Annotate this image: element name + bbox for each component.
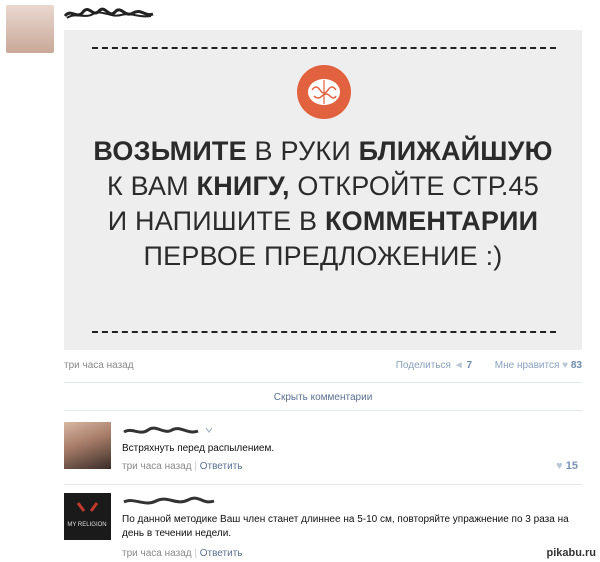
post-author-avatar[interactable] bbox=[6, 5, 54, 53]
divider bbox=[64, 382, 582, 383]
comment-author-avatar[interactable]: MY RELIGION bbox=[64, 493, 111, 540]
watermark: pikabu.ru bbox=[546, 547, 596, 559]
headline-segment: БЛИЖАЙШУЮ bbox=[358, 136, 553, 166]
headline-segment: В РУКИ bbox=[246, 136, 359, 166]
headline-line: ВОЗЬМИТЕ В РУКИ БЛИЖАЙШУЮ bbox=[64, 134, 582, 169]
comment-author-name-redacted[interactable] bbox=[122, 424, 212, 438]
reply-link[interactable]: Ответить bbox=[200, 461, 243, 472]
divider bbox=[64, 410, 582, 411]
comment: MY RELIGION По данной методике Ваш член … bbox=[64, 493, 582, 559]
post-headline: ВОЗЬМИТЕ В РУКИ БЛИЖАЙШУЮ К ВАМ КНИГУ, ОТ… bbox=[64, 134, 582, 274]
share-count: 7 bbox=[466, 360, 472, 371]
headline-line: И НАПИШИТЕ В КОММЕНТАРИИ bbox=[64, 204, 582, 239]
reply-link[interactable]: Ответить bbox=[200, 548, 243, 559]
comment-text: По данной методике Ваш член станет длинн… bbox=[122, 514, 569, 539]
headline-segment: ПЕРВОЕ ПРЕДЛОЖЕНИЕ :) bbox=[143, 241, 503, 271]
headline-segment: ОТКРОЙТЕ СТР.45 bbox=[289, 171, 539, 201]
like-button[interactable]: Мне нравится ♥ 83 bbox=[495, 360, 582, 371]
comment-like-count: 15 bbox=[565, 460, 578, 472]
dashed-divider-top bbox=[92, 47, 556, 49]
headline-segment: К ВАМ bbox=[107, 171, 197, 201]
headline-segment: И НАПИШИТЕ В bbox=[107, 206, 325, 236]
headline-segment: КНИГУ, bbox=[196, 171, 290, 201]
comment-meta: три часа назад | Ответить bbox=[122, 461, 243, 472]
comment-like-button[interactable]: ♥ 15 bbox=[556, 460, 578, 472]
heart-icon: ♥ bbox=[556, 460, 563, 472]
brain-logo-icon bbox=[297, 65, 351, 119]
comment-text: Встряхнуть перед распылением. bbox=[122, 443, 275, 454]
heart-icon: ♥ bbox=[562, 360, 569, 371]
headline-line: ПЕРВОЕ ПРЕДЛОЖЕНИЕ :) bbox=[64, 239, 582, 274]
avatar-text: MY RELIGION bbox=[67, 522, 106, 528]
hide-comments-link[interactable]: Скрыть комментарии bbox=[64, 392, 582, 403]
like-count: 83 bbox=[570, 360, 582, 371]
post-meta: три часа назад Поделиться ◄ 7 Мне нравит… bbox=[64, 360, 582, 374]
comment-author-avatar[interactable] bbox=[64, 422, 111, 469]
share-button[interactable]: Поделиться ◄ 7 bbox=[396, 360, 472, 371]
comment-meta: три часа назад | Ответить bbox=[122, 548, 243, 559]
headline-line: К ВАМ КНИГУ, ОТКРОЙТЕ СТР.45 bbox=[64, 169, 582, 204]
like-label: Мне нравится bbox=[494, 360, 560, 371]
comment-author-name-redacted[interactable] bbox=[122, 495, 218, 509]
share-label: Поделиться bbox=[395, 360, 451, 371]
post-time[interactable]: три часа назад bbox=[64, 360, 134, 371]
divider bbox=[64, 484, 582, 485]
headline-segment: ВОЗЬМИТЕ bbox=[93, 136, 247, 166]
headline-segment: КОММЕНТАРИИ bbox=[324, 206, 539, 236]
dashed-divider-bottom bbox=[92, 331, 556, 333]
post-author-name-redacted[interactable] bbox=[63, 6, 155, 22]
comment: Встряхнуть перед распылением. три часа н… bbox=[64, 422, 582, 474]
comment-time[interactable]: три часа назад bbox=[122, 461, 192, 472]
post-image[interactable]: ВОЗЬМИТЕ В РУКИ БЛИЖАЙШУЮ К ВАМ КНИГУ, ОТ… bbox=[64, 30, 582, 350]
comment-time[interactable]: три часа назад bbox=[122, 548, 192, 559]
megaphone-icon: ◄ bbox=[453, 360, 464, 371]
